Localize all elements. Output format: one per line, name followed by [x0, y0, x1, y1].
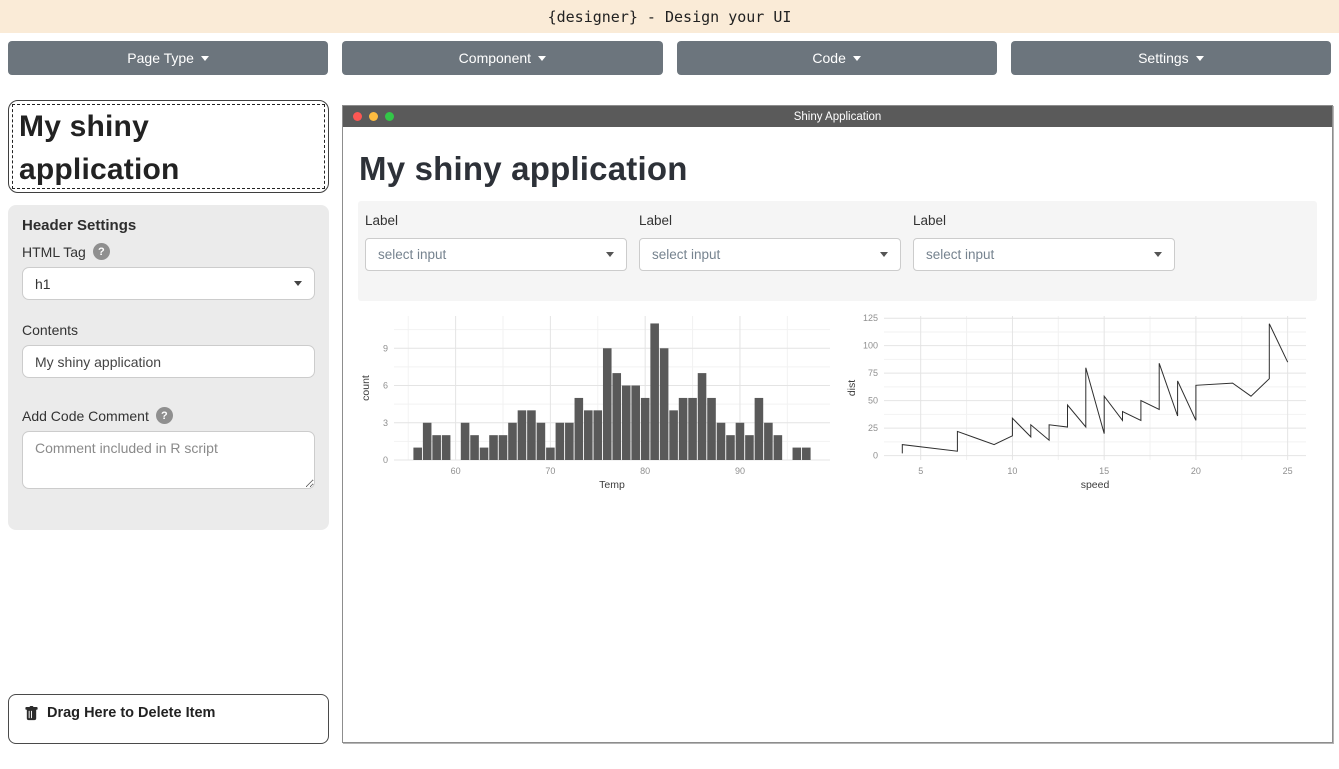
speed-dist-line-chart: 0 25 50 75 100 125 5 10 15 20 25 speed dist [844, 310, 1314, 497]
window-titlebar: Shiny Application [343, 106, 1332, 127]
contents-label: Contents [22, 322, 315, 338]
panel-title: Header Settings [22, 217, 315, 234]
svg-text:50: 50 [868, 396, 878, 406]
select-input-label: Label [913, 213, 1175, 228]
chevron-down-icon [853, 56, 861, 61]
svg-text:3: 3 [383, 418, 388, 428]
delete-zone-label: Drag Here to Delete Item [47, 705, 215, 721]
svg-text:0: 0 [873, 451, 878, 461]
html-tag-label-row: HTML Tag ? [22, 243, 315, 260]
svg-text:25: 25 [1283, 466, 1293, 476]
toolbar: Page Type Component Code Settings [8, 41, 1331, 75]
svg-text:125: 125 [863, 313, 878, 323]
select-input-label: Label [639, 213, 901, 228]
svg-text:25: 25 [868, 423, 878, 433]
svg-text:0: 0 [383, 455, 388, 465]
code-comment-label: Add Code Comment [22, 408, 149, 424]
contents-input[interactable] [22, 345, 315, 378]
svg-text:75: 75 [868, 368, 878, 378]
component-dropdown-button[interactable]: Component [342, 41, 662, 75]
html-tag-label: HTML Tag [22, 244, 86, 260]
svg-text:10: 10 [1007, 466, 1017, 476]
svg-text:70: 70 [545, 466, 555, 476]
svg-text:Temp: Temp [599, 479, 625, 491]
html-tag-select[interactable]: h1 [22, 267, 315, 300]
chevron-down-icon [880, 252, 888, 257]
select-input-placeholder: select input [926, 247, 994, 262]
app-header: {designer} - Design your UI [0, 0, 1339, 33]
trash-icon [24, 706, 39, 721]
svg-text:20: 20 [1191, 466, 1201, 476]
code-dropdown-button[interactable]: Code [677, 41, 997, 75]
code-comment-label-row: Add Code Comment ? [22, 407, 315, 424]
chevron-down-icon [294, 281, 302, 286]
minimize-window-icon[interactable] [369, 112, 378, 121]
maximize-window-icon[interactable] [385, 112, 394, 121]
shiny-app-preview-window: Shiny Application My shiny application L… [342, 105, 1333, 743]
app-title: {designer} - Design your UI [548, 8, 792, 26]
svg-text:5: 5 [918, 466, 923, 476]
traffic-lights [353, 106, 394, 127]
code-label: Code [812, 50, 845, 66]
title-preview-dragitem[interactable]: My shiny application [8, 100, 329, 193]
header-settings-panel: Header Settings HTML Tag ? h1 Contents A… [8, 205, 329, 530]
svg-text:15: 15 [1099, 466, 1109, 476]
app-heading: My shiny application [359, 150, 1316, 188]
title-preview-dashed-frame: My shiny application [12, 104, 325, 189]
window-title: Shiny Application [794, 111, 882, 123]
select-inputs-row: Label select input Label select input La… [358, 201, 1317, 301]
svg-text:6: 6 [383, 381, 388, 391]
svg-text:80: 80 [640, 466, 650, 476]
chevron-down-icon [538, 56, 546, 61]
svg-text:speed: speed [1081, 479, 1110, 491]
html-tag-selected-value: h1 [35, 276, 51, 292]
chevron-down-icon [606, 252, 614, 257]
select-input-placeholder: select input [378, 247, 446, 262]
chevron-down-icon [1196, 56, 1204, 61]
select-input-dropdown[interactable]: select input [365, 238, 627, 271]
select-input-group: Label select input [913, 211, 1175, 271]
select-input-placeholder: select input [652, 247, 720, 262]
svg-text:count: count [360, 375, 372, 401]
page-type-dropdown-button[interactable]: Page Type [8, 41, 328, 75]
code-comment-textarea[interactable] [22, 431, 315, 489]
help-icon[interactable]: ? [156, 407, 173, 424]
select-input-dropdown[interactable]: select input [913, 238, 1175, 271]
charts-row: 0 3 6 9 60 70 80 90 Temp count 0 25 50 75 100 125 5 10 15… [358, 310, 1317, 497]
svg-text:60: 60 [451, 466, 461, 476]
select-input-label: Label [365, 213, 627, 228]
chevron-down-icon [1154, 252, 1162, 257]
chevron-down-icon [201, 56, 209, 61]
temp-histogram-chart: 0 3 6 9 60 70 80 90 Temp count [358, 310, 838, 497]
select-input-group: Label select input [639, 211, 901, 271]
svg-text:90: 90 [735, 466, 745, 476]
close-window-icon[interactable] [353, 112, 362, 121]
select-input-group: Label select input [365, 211, 627, 271]
settings-dropdown-button[interactable]: Settings [1011, 41, 1331, 75]
page-type-label: Page Type [127, 50, 194, 66]
svg-text:9: 9 [383, 343, 388, 353]
sidebar: My shiny application Header Settings HTM… [8, 100, 329, 755]
help-icon[interactable]: ? [93, 243, 110, 260]
settings-label: Settings [1138, 50, 1189, 66]
delete-drop-zone[interactable]: Drag Here to Delete Item [8, 694, 329, 744]
svg-text:dist: dist [846, 380, 858, 396]
svg-text:100: 100 [863, 341, 878, 351]
component-label: Component [459, 50, 531, 66]
select-input-dropdown[interactable]: select input [639, 238, 901, 271]
title-preview-text: My shiny application [19, 110, 180, 186]
